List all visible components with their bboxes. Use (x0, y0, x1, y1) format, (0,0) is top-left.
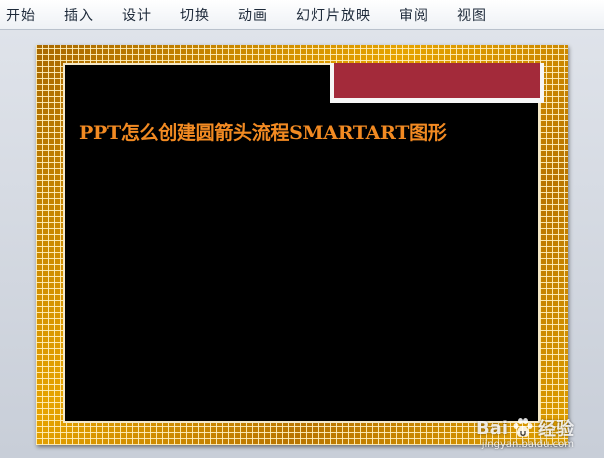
watermark-brand-right: 经验 (538, 419, 574, 440)
slide-content-panel: PPT怎么创建圆箭头流程SMARTART图形 (63, 63, 544, 423)
tab-view[interactable]: 视图 (457, 5, 487, 25)
slide-tag-decoration (330, 63, 544, 103)
tab-transitions[interactable]: 切换 (180, 5, 210, 25)
watermark-brand-left: Bai (475, 417, 508, 439)
tab-animations[interactable]: 动画 (238, 5, 268, 25)
tab-home[interactable]: 开始 (6, 5, 36, 25)
tab-slideshow[interactable]: 幻灯片放映 (296, 5, 371, 25)
ribbon-tab-bar: 开始 插入 设计 切换 动画 幻灯片放映 审阅 视图 (0, 0, 604, 30)
tab-review[interactable]: 审阅 (399, 5, 429, 25)
slide-canvas[interactable]: PPT怎么创建圆箭头流程SMARTART图形 (36, 45, 568, 445)
baidu-watermark: Bai 经验 jingyan.baidu.com (476, 415, 574, 451)
tab-design[interactable]: 设计 (122, 5, 152, 25)
watermark-url: jingyan.baidu.com (481, 439, 574, 450)
slide-title[interactable]: PPT怎么创建圆箭头流程SMARTART图形 (79, 118, 549, 145)
tab-insert[interactable]: 插入 (64, 5, 94, 25)
watermark-brand: Bai 经验 (476, 415, 574, 441)
baidu-paw-icon (513, 418, 533, 437)
